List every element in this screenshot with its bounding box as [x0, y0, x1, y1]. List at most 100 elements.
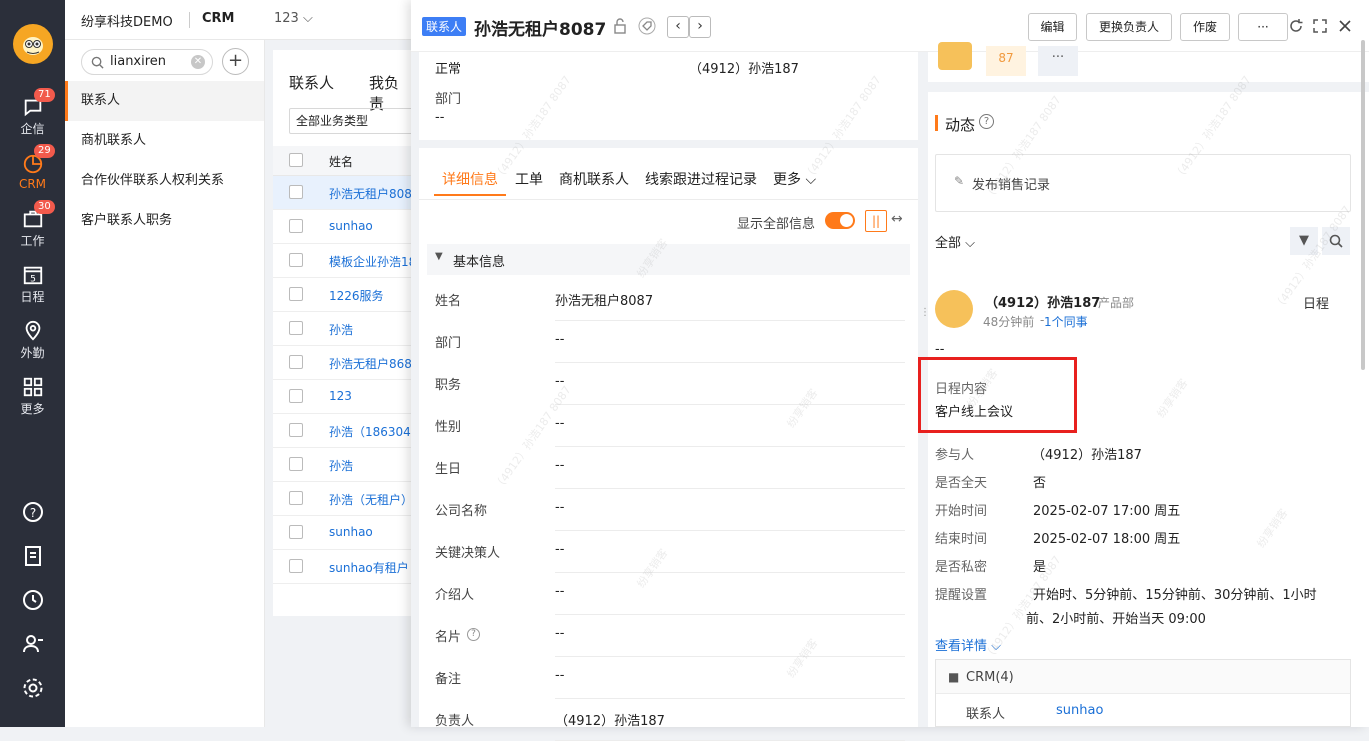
menu-item-partner-contacts[interactable]: 合作伙伴联系人权利关系 [65, 161, 264, 201]
select-all-checkbox[interactable] [289, 153, 303, 167]
more-members-button[interactable]: ··· [1038, 46, 1078, 76]
show-all-toggle[interactable] [825, 212, 855, 229]
close-icon[interactable] [1337, 18, 1353, 34]
clock-icon[interactable] [21, 588, 45, 612]
table-row[interactable]: 模板企业孙浩187 [273, 244, 413, 278]
table-row[interactable]: 1226服务 [273, 278, 413, 312]
row-checkbox[interactable] [289, 423, 303, 437]
settings-gear-icon[interactable] [21, 676, 45, 700]
publish-sales-record[interactable]: ✎ 发布销售记录 [935, 154, 1351, 212]
row-name-link[interactable]: 孙浩（18630400 [329, 423, 413, 440]
search-activity-button[interactable] [1322, 227, 1350, 255]
post-author[interactable]: （4912）孙浩187 [985, 292, 1100, 311]
row-checkbox[interactable] [289, 219, 303, 233]
field-value[interactable]: -- [555, 584, 564, 599]
view-details-link[interactable]: 查看详情 ⌵ [935, 635, 1001, 654]
help-circle-icon[interactable]: ? [467, 628, 480, 641]
panel-scrollbar[interactable] [1361, 40, 1365, 370]
field-value[interactable]: -- [555, 332, 564, 347]
table-row[interactable]: 孙浩无租户868 [273, 346, 413, 380]
menu-item-contacts[interactable]: 联系人 [65, 81, 264, 121]
tab-more[interactable]: 更多 ⌵ [773, 169, 816, 189]
tab-detail[interactable]: 详细信息 [442, 169, 498, 189]
field-value[interactable]: （4912）孙浩187 [555, 710, 665, 729]
row-name-link[interactable]: 孙浩 [329, 321, 413, 338]
post-colleague-link[interactable]: 1个同事 [1044, 313, 1088, 330]
column-layout-icon[interactable]: || [865, 210, 887, 232]
business-type-filter[interactable]: 全部业务类型 [289, 108, 419, 134]
drag-handle-icon[interactable]: ⋮ [920, 308, 930, 328]
fullscreen-icon[interactable] [1312, 18, 1328, 34]
more-actions-button[interactable]: ··· [1238, 13, 1288, 41]
row-checkbox[interactable] [289, 389, 303, 403]
nav-work[interactable]: 工作 30 [0, 200, 65, 254]
row-name-link[interactable]: 1226服务 [329, 287, 413, 304]
nav-calendar[interactable]: 5 日程 [0, 258, 65, 310]
nav-qixin[interactable]: 企信 71 [0, 88, 65, 142]
help-circle-icon[interactable]: ? [979, 114, 994, 129]
table-row[interactable]: sunhao [273, 210, 413, 244]
tab-opportunity-contacts[interactable]: 商机联系人 [559, 169, 629, 189]
row-name-link[interactable]: sunhao有租户 [329, 559, 413, 576]
row-checkbox[interactable] [289, 185, 303, 199]
lock-icon[interactable] [611, 17, 629, 35]
field-value[interactable]: 孙浩无租户8087 [555, 290, 653, 309]
next-record-button[interactable]: › [689, 16, 711, 38]
notebook-icon[interactable] [21, 544, 45, 568]
row-checkbox[interactable] [289, 321, 303, 335]
filter-funnel-icon[interactable]: ▼ [1290, 227, 1318, 255]
row-checkbox[interactable] [289, 253, 303, 267]
clear-search-icon[interactable]: ✕ [191, 55, 205, 69]
edit-button[interactable]: 编辑 [1028, 13, 1077, 41]
tab-lead-followup[interactable]: 线索跟进过程记录 [645, 169, 757, 189]
expand-width-icon[interactable]: ↔ [891, 211, 903, 227]
row-name-link[interactable]: 孙浩无租户8087 [329, 185, 413, 202]
row-checkbox[interactable] [289, 287, 303, 301]
list-tab-contacts[interactable]: 联系人 [289, 72, 334, 93]
nav-crm[interactable]: CRM 29 [0, 144, 65, 198]
table-row[interactable]: sunhao [273, 516, 413, 550]
refresh-icon[interactable] [1288, 18, 1304, 34]
row-checkbox[interactable] [289, 355, 303, 369]
module-name[interactable]: CRM [202, 11, 235, 26]
row-checkbox[interactable] [289, 525, 303, 539]
author-avatar[interactable] [935, 290, 973, 328]
company-name[interactable]: 纷享科技DEMO [81, 11, 173, 30]
table-row[interactable]: 孙浩 [273, 312, 413, 346]
field-value[interactable]: -- [555, 668, 564, 683]
row-checkbox[interactable] [289, 559, 303, 573]
table-row[interactable]: 孙浩（无租户） [273, 482, 413, 516]
row-name-link[interactable]: 123 [329, 389, 413, 403]
previous-record-button[interactable]: ‹ [667, 16, 689, 38]
nav-field[interactable]: 外勤 [0, 314, 65, 366]
table-row[interactable]: 孙浩 [273, 448, 413, 482]
app-logo[interactable] [13, 24, 53, 64]
field-value[interactable]: -- [555, 458, 564, 473]
section-header[interactable]: ▼ 基本信息 [427, 244, 910, 275]
field-value[interactable]: -- [555, 626, 564, 641]
field-value[interactable]: -- [555, 416, 564, 431]
member-count[interactable]: 87 [986, 46, 1026, 76]
row-name-link[interactable]: 模板企业孙浩187 [329, 253, 413, 270]
field-value[interactable]: -- [555, 542, 564, 557]
help-icon[interactable]: ? [21, 500, 45, 524]
table-row[interactable]: 孙浩无租户8087 [273, 176, 413, 210]
change-owner-button[interactable]: 更换负责人 [1086, 13, 1172, 41]
table-row[interactable]: 孙浩（18630400 [273, 414, 413, 448]
row-checkbox[interactable] [289, 457, 303, 471]
tab-workorder[interactable]: 工单 [515, 169, 543, 189]
row-name-link[interactable]: 孙浩 [329, 457, 413, 474]
add-button[interactable]: + [222, 48, 249, 75]
top-selector[interactable]: 123 ⌵ [274, 11, 313, 26]
field-value[interactable]: -- [555, 374, 564, 389]
row-name-link[interactable]: sunhao [329, 525, 413, 539]
table-row[interactable]: 123 [273, 380, 413, 414]
void-button[interactable]: 作废 [1180, 13, 1230, 41]
crm-row-link[interactable]: sunhao [1056, 703, 1103, 718]
member-avatar[interactable] [938, 42, 972, 70]
nav-more[interactable]: 更多 [0, 370, 65, 422]
menu-item-opportunity-contacts[interactable]: 商机联系人 [65, 121, 264, 161]
menu-item-contact-roles[interactable]: 客户联系人职务 [65, 201, 264, 241]
row-name-link[interactable]: 孙浩（无租户） [329, 491, 413, 508]
menu-search-input[interactable]: lianxiren ✕ [81, 49, 213, 75]
